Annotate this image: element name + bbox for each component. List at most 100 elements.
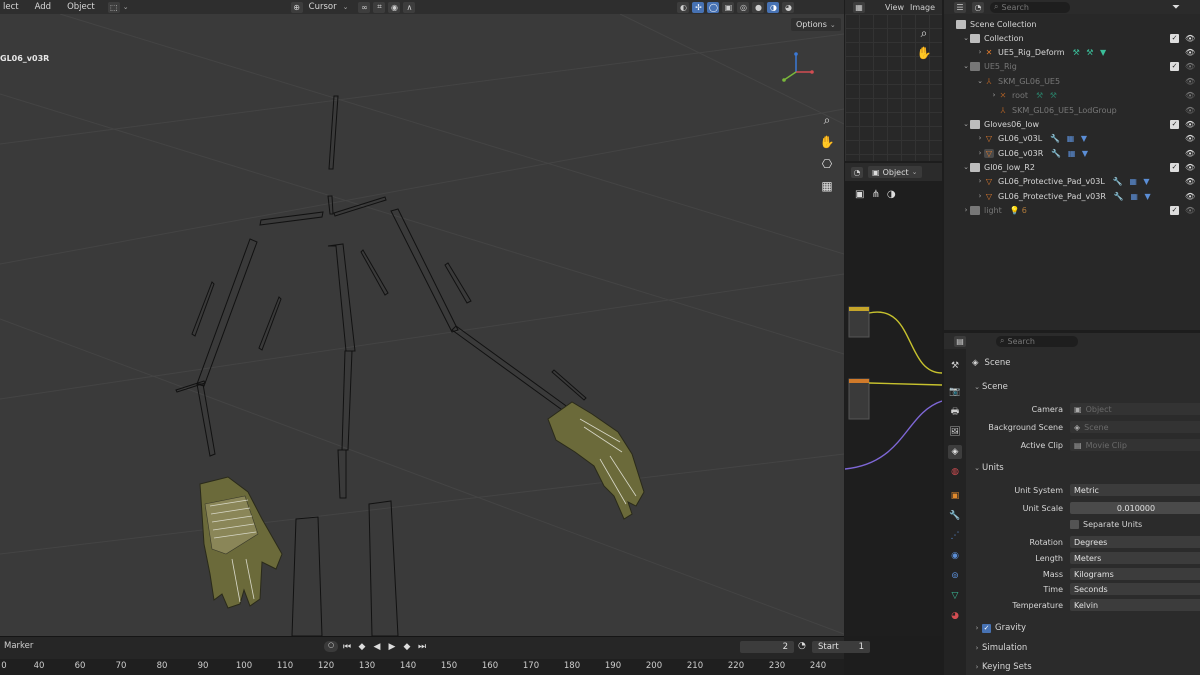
active-clip-field[interactable]: ▤ Movie Clip	[1070, 439, 1200, 451]
start-frame-field[interactable]: Start 1	[812, 641, 870, 653]
world-tab-icon[interactable]: ◍	[948, 465, 962, 479]
render-tab-icon[interactable]: 📷	[948, 385, 962, 399]
output-tab-icon[interactable]: 🖶	[948, 405, 962, 419]
menu-marker[interactable]: Marker	[4, 641, 33, 651]
outliner-type-icon[interactable]: ☰	[954, 1, 966, 13]
eye-icon[interactable]: 👁	[1185, 163, 1195, 172]
temperature-dropdown[interactable]: Kelvin	[1070, 599, 1200, 611]
exclude-checkbox[interactable]: ✓	[1170, 119, 1179, 129]
outliner-search-input[interactable]: ⌕ Search	[990, 1, 1070, 13]
mass-dropdown[interactable]: Kilograms	[1070, 568, 1200, 580]
pivot-dropdown[interactable]: ⊕ Cursor ⌄	[290, 1, 348, 13]
menu-object[interactable]: Object	[64, 2, 98, 12]
eye-icon[interactable]: 👁	[1185, 34, 1195, 43]
length-dropdown[interactable]: Meters	[1070, 552, 1200, 564]
menu-add[interactable]: Add	[32, 2, 54, 12]
modifier-tab-icon[interactable]: 🔧	[948, 509, 962, 523]
eye-icon[interactable]: 👁	[1185, 91, 1195, 100]
data-tab-icon[interactable]: ▽	[948, 589, 962, 603]
chevron-right-icon[interactable]: ›	[976, 177, 984, 185]
object-tab-icon[interactable]: ▣	[948, 489, 962, 503]
particles-tab-icon[interactable]: ⋰	[948, 529, 962, 543]
chevron-right-icon[interactable]: ›	[976, 48, 984, 56]
background-scene-field[interactable]: ◈ Scene	[1070, 421, 1200, 433]
3d-viewport[interactable]: lect Add Object ⬚ ⌄ ⊕ Cursor ⌄ ∞ ⌗ ◉ ∧ ◐ …	[0, 0, 844, 636]
pan-hand-icon[interactable]: ✋	[915, 44, 933, 62]
gravity-panel-header[interactable]: › ✓ Gravity	[968, 620, 1200, 636]
menu-image[interactable]: Image	[910, 3, 935, 12]
editor-type-icon[interactable]: ▦	[853, 1, 865, 13]
camera-view-icon[interactable]: ⎔	[818, 155, 836, 173]
next-keyframe-icon[interactable]: ◆	[401, 642, 413, 652]
outliner[interactable]: ☰ ◔ ⌕ Search ⏷ Scene Collection ⌄ Collec…	[944, 0, 1200, 330]
play-icon[interactable]: ▶	[386, 642, 398, 652]
rotation-dropdown[interactable]: Degrees	[1070, 536, 1200, 548]
viewport-overlays[interactable]: ◐ ✢ ◯ ▣ ◎ ● ◑ ◕	[677, 1, 795, 13]
outliner-row-gl06-low-r2[interactable]: ⌄ Gl06_low_R2 ✓ 👁	[944, 160, 1200, 174]
outliner-row-pad-v03r[interactable]: › ▽ GL06_Protective_Pad_v03R 🔧 ▦ ▼ 👁	[944, 189, 1200, 203]
outliner-row-pad-v03l[interactable]: › ▽ GL06_Protective_Pad_v03L 🔧 ▦ ▼ 👁	[944, 174, 1200, 188]
properties-type-icon[interactable]: ▤	[954, 335, 966, 347]
eye-icon[interactable]: 👁	[1185, 62, 1195, 71]
chevron-right-icon[interactable]: ›	[990, 91, 998, 99]
chevron-right-icon[interactable]: ›	[962, 206, 970, 214]
eye-icon[interactable]: 👁	[1185, 134, 1195, 143]
eye-icon[interactable]: 👁	[1185, 192, 1195, 201]
outliner-row-light[interactable]: › light 💡6 ✓ 👁	[944, 203, 1200, 217]
time-dropdown[interactable]: Seconds	[1070, 583, 1200, 595]
display-mode-icon[interactable]: ◔	[972, 1, 984, 13]
properties-search-input[interactable]: ⌕ Search	[996, 335, 1078, 347]
separate-units-checkbox[interactable]	[1070, 519, 1079, 529]
chevron-down-icon[interactable]: ⌄	[962, 120, 970, 128]
chevron-right-icon[interactable]: ›	[976, 134, 984, 142]
shader-icon[interactable]: ◑	[887, 189, 896, 200]
chevron-down-icon[interactable]: ⌄	[962, 34, 970, 42]
unit-system-dropdown[interactable]: Metric	[1070, 484, 1200, 496]
eye-icon[interactable]: 👁	[1185, 206, 1195, 215]
constraints-tab-icon[interactable]: ⊚	[948, 569, 962, 583]
eye-icon[interactable]: 👁	[1185, 149, 1195, 158]
zoom-icon[interactable]: ⌕	[915, 24, 933, 42]
outliner-row-gloves06-low[interactable]: ⌄ Gloves06_low ✓ 👁	[944, 117, 1200, 131]
filter-icon[interactable]: ⏷	[1172, 2, 1180, 13]
separate-units-row[interactable]: Separate Units	[968, 517, 1200, 531]
ortho-grid-icon[interactable]: ▦	[818, 177, 836, 195]
scene-panel-header[interactable]: ⌄ Scene	[968, 379, 1200, 395]
exclude-checkbox[interactable]: ✓	[1170, 162, 1179, 172]
chevron-down-icon[interactable]: ⌄	[976, 77, 984, 85]
chevron-right-icon[interactable]: ›	[976, 192, 984, 200]
physics-tab-icon[interactable]: ◉	[948, 549, 962, 563]
scene-tab-icon[interactable]: ◈	[948, 445, 962, 459]
pan-hand-icon[interactable]: ✋	[818, 133, 836, 151]
chevron-down-icon[interactable]: ⌄	[962, 163, 970, 171]
view-layer-tab-icon[interactable]: 🖼	[948, 425, 962, 439]
outliner-row-lodgroup[interactable]: ⅄ SKM_GL06_UE5_LodGroup 👁	[944, 103, 1200, 117]
tool-tab-icon[interactable]: ⚒	[948, 359, 962, 373]
jump-end-icon[interactable]: ⏭	[416, 642, 428, 652]
options-button[interactable]: Options ⌄	[791, 18, 841, 31]
record-icon[interactable]: ○	[324, 641, 338, 652]
exclude-checkbox[interactable]: ✓	[1170, 33, 1179, 43]
snapping-controls[interactable]: ∞ ⌗ ◉ ∧	[358, 1, 416, 13]
keying-sets-panel-header[interactable]: › Keying Sets	[968, 659, 1200, 675]
outliner-row-gl06-v03l[interactable]: › ▽ GL06_v03L 🔧 ▦ ▼ 👁	[944, 131, 1200, 145]
outliner-row-ue5-rig-deform[interactable]: › ✕ UE5_Rig_Deform ⚒ ⚒ ▼ 👁	[944, 45, 1200, 59]
play-reverse-icon[interactable]: ◀	[371, 642, 383, 652]
eye-icon[interactable]: 👁	[1185, 48, 1195, 57]
outliner-row-collection[interactable]: ⌄ Collection ✓ 👁	[944, 31, 1200, 45]
outliner-row-root[interactable]: › ✕ root ⚒ ⚒ 👁	[944, 88, 1200, 102]
chevron-right-icon[interactable]: ›	[976, 149, 984, 157]
prev-keyframe-icon[interactable]: ◆	[356, 642, 368, 652]
outliner-row-ue5-rig[interactable]: ⌄ UE5_Rig ✓ 👁	[944, 59, 1200, 73]
gravity-checkbox[interactable]: ✓	[982, 623, 991, 633]
outliner-row-scene-collection[interactable]: Scene Collection	[944, 17, 1200, 31]
units-panel-header[interactable]: ⌄ Units	[968, 460, 1200, 476]
select-mode-dropdown[interactable]: ⬚ ⌄	[107, 1, 129, 13]
simulation-panel-header[interactable]: › Simulation	[968, 640, 1200, 656]
menu-select[interactable]: lect	[0, 2, 22, 12]
frame-ruler[interactable]: 0 40 60 70 80 90 100 110 120 130 140 150 160 170 180 19…	[0, 659, 844, 675]
node-tree-icon[interactable]: ⋔	[871, 189, 879, 200]
eye-icon[interactable]: 👁	[1185, 77, 1195, 86]
outliner-row-skm-gl06-ue5[interactable]: ⌄ ⅄ SKM_GL06_UE5 👁	[944, 74, 1200, 88]
eye-icon[interactable]: 👁	[1185, 177, 1195, 186]
